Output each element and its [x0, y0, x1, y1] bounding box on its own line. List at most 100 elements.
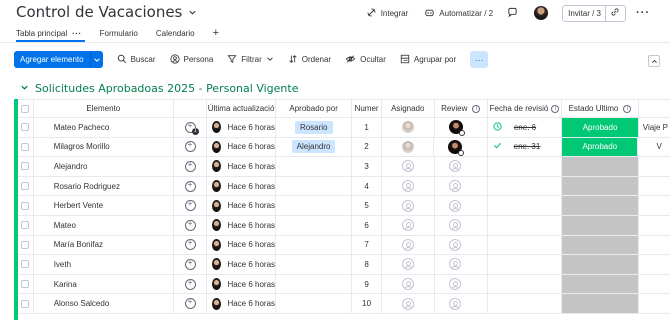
- approved-by-cell[interactable]: [276, 215, 353, 235]
- review-cell[interactable]: [434, 137, 488, 157]
- invite-button[interactable]: Invitar / 3: [562, 4, 626, 22]
- info-icon[interactable]: i: [551, 104, 560, 113]
- status-cell[interactable]: Aprobado: [562, 137, 639, 157]
- empty-person-icon[interactable]: [448, 258, 461, 271]
- number-cell[interactable]: 4: [352, 176, 382, 196]
- column-header-number[interactable]: Numer: [352, 100, 382, 117]
- integrate-button[interactable]: Integrar: [366, 7, 408, 20]
- row-checkbox[interactable]: [21, 182, 30, 191]
- status-label[interactable]: Aprobado: [562, 137, 638, 157]
- row-checkbox-cell[interactable]: [18, 137, 34, 157]
- add-update-icon[interactable]: [184, 219, 196, 231]
- empty-person-icon[interactable]: [401, 180, 414, 193]
- search-button[interactable]: Buscar: [117, 54, 156, 66]
- table-row[interactable]: Alonso Salcedo Hace 6 horas 10: [18, 294, 670, 314]
- tab-form[interactable]: Formulario: [100, 29, 138, 38]
- number-cell[interactable]: 2: [352, 137, 382, 157]
- status-label-empty[interactable]: [562, 235, 638, 255]
- add-update-icon[interactable]: [184, 297, 196, 310]
- review-cell[interactable]: [435, 196, 488, 215]
- collapse-header-button[interactable]: [648, 55, 660, 67]
- number-cell[interactable]: 8: [352, 255, 382, 274]
- toolbar-more-button[interactable]: ···: [470, 51, 489, 68]
- column-header-review[interactable]: Review i: [435, 100, 488, 117]
- group-by-button[interactable]: Agrupar por: [400, 54, 456, 66]
- group-collapse-icon[interactable]: [20, 83, 29, 94]
- row-checkbox[interactable]: [21, 221, 30, 230]
- table-row[interactable]: Herbert Vente Hace 6 horas 5: [18, 196, 670, 216]
- reviewer-avatar[interactable]: [448, 120, 465, 137]
- row-checkbox-cell[interactable]: [18, 196, 34, 215]
- review-cell[interactable]: [435, 294, 488, 313]
- item-name[interactable]: Alonso Salcedo: [34, 294, 175, 313]
- approved-by-cell[interactable]: [276, 176, 353, 196]
- column-header-status[interactable]: Estado Ultimo i: [562, 100, 639, 117]
- empty-person-icon[interactable]: [401, 219, 414, 232]
- row-checkbox-cell[interactable]: [18, 157, 34, 176]
- request-date-cell[interactable]: [488, 235, 563, 255]
- status-cell[interactable]: [562, 255, 639, 274]
- row-checkbox[interactable]: [21, 162, 30, 171]
- add-update-icon[interactable]: 1: [184, 121, 199, 135]
- add-update-icon[interactable]: [184, 140, 196, 153]
- empty-person-icon[interactable]: [401, 238, 414, 251]
- empty-person-icon[interactable]: [401, 199, 414, 212]
- chevron-down-icon[interactable]: [89, 51, 103, 68]
- sort-button[interactable]: Ordenar: [288, 54, 331, 66]
- row-checkbox-cell[interactable]: [18, 118, 34, 137]
- empty-person-icon[interactable]: [448, 180, 461, 193]
- empty-person-icon[interactable]: [448, 199, 461, 212]
- row-checkbox[interactable]: [21, 280, 30, 289]
- empty-person-icon[interactable]: [401, 278, 414, 291]
- extra-cell[interactable]: Viaje P: [639, 118, 670, 137]
- add-update-icon[interactable]: [184, 238, 196, 251]
- add-item-label[interactable]: Agregar elemento: [14, 51, 90, 68]
- item-name[interactable]: María Bonifaz: [34, 235, 175, 255]
- request-date-cell[interactable]: [488, 274, 563, 294]
- add-update-icon[interactable]: [184, 199, 196, 212]
- review-cell[interactable]: [435, 274, 488, 294]
- request-date-cell[interactable]: [488, 157, 563, 176]
- column-header-assigned[interactable]: Asignado: [382, 100, 435, 117]
- add-view-button[interactable]: +: [213, 27, 219, 39]
- assigned-cell[interactable]: [382, 176, 435, 196]
- item-name[interactable]: Iveth: [34, 255, 175, 274]
- select-all-checkbox[interactable]: [21, 104, 30, 113]
- request-date-cell[interactable]: [488, 215, 563, 235]
- hide-button[interactable]: Ocultar: [345, 54, 386, 66]
- more-options-icon[interactable]: ···: [636, 7, 650, 19]
- number-cell[interactable]: 3: [352, 157, 382, 176]
- extra-cell[interactable]: V: [638, 138, 670, 157]
- group-title[interactable]: Solicitudes Aprobadoas 2025 - Personal V…: [35, 82, 298, 95]
- person-filter-button[interactable]: Persona: [169, 53, 213, 66]
- extra-cell[interactable]: [639, 196, 670, 215]
- item-name[interactable]: Alejandro: [34, 157, 175, 176]
- row-checkbox-cell[interactable]: [18, 255, 34, 274]
- row-checkbox-cell[interactable]: [18, 176, 34, 196]
- table-row[interactable]: Mateo Hace 6 horas 6: [18, 215, 670, 236]
- approved-by-cell[interactable]: [276, 274, 353, 294]
- empty-person-icon[interactable]: [448, 219, 461, 232]
- review-cell[interactable]: [435, 215, 488, 235]
- status-label-empty[interactable]: [562, 196, 638, 215]
- status-cell[interactable]: [562, 235, 639, 255]
- extra-cell[interactable]: [639, 236, 670, 255]
- chevron-down-icon[interactable]: [266, 55, 274, 65]
- review-cell[interactable]: [435, 176, 488, 196]
- conversation-cell[interactable]: [174, 196, 208, 215]
- reviewer-avatar[interactable]: [448, 139, 465, 156]
- empty-person-icon[interactable]: [448, 238, 461, 251]
- status-cell[interactable]: [562, 157, 639, 176]
- add-update-icon[interactable]: [184, 180, 196, 192]
- conversation-cell[interactable]: [174, 176, 208, 196]
- status-cell[interactable]: Aprobado: [562, 118, 639, 137]
- approved-by-cell[interactable]: [276, 294, 353, 313]
- item-name[interactable]: Milagros Morillo: [34, 137, 175, 157]
- extra-cell[interactable]: [639, 255, 670, 274]
- conversation-cell[interactable]: [174, 294, 208, 313]
- status-cell[interactable]: [562, 196, 639, 215]
- empty-person-icon[interactable]: [448, 278, 461, 291]
- status-cell[interactable]: [562, 176, 639, 196]
- review-cell[interactable]: [435, 235, 488, 255]
- conversation-cell[interactable]: [174, 215, 208, 235]
